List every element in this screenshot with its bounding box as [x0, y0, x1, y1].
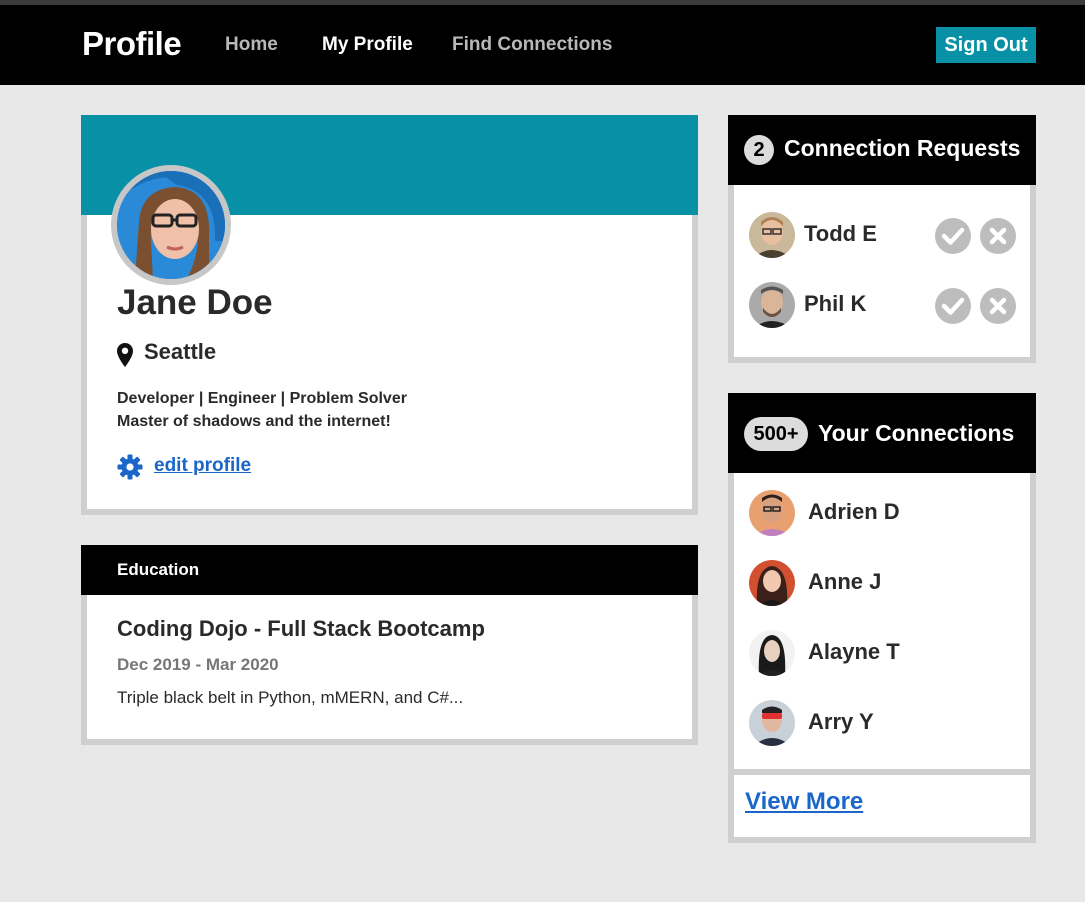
avatar	[749, 560, 795, 606]
checkmark-icon	[941, 297, 965, 315]
connections-header: 500+ Your Connections	[728, 393, 1036, 473]
person-photo-icon	[749, 700, 795, 746]
connection-name-alayne[interactable]: Alayne T	[808, 639, 900, 665]
accept-request-button[interactable]	[935, 288, 971, 324]
avatar	[749, 630, 795, 676]
connections-count-badge: 500+	[744, 417, 808, 451]
nav-my-profile[interactable]: My Profile	[322, 34, 413, 56]
profile-bio-line-2: Master of shadows and the internet!	[117, 413, 391, 430]
avatar	[749, 700, 795, 746]
request-name-todd[interactable]: Todd E	[804, 221, 877, 247]
nav-find-connections[interactable]: Find Connections	[452, 34, 612, 56]
connection-name-anne[interactable]: Anne J	[808, 569, 881, 595]
sign-out-button[interactable]: Sign Out	[936, 27, 1036, 63]
close-icon	[989, 227, 1007, 245]
person-photo-icon	[749, 490, 795, 536]
profile-location: Seattle	[144, 339, 217, 364]
decline-request-button[interactable]	[980, 218, 1016, 254]
education-dates: Dec 2019 - Mar 2020	[117, 655, 279, 674]
avatar	[749, 212, 795, 258]
connection-name-arry[interactable]: Arry Y	[808, 709, 874, 735]
view-more-link[interactable]: View More	[745, 788, 863, 816]
education-description: Triple black belt in Python, mMERN, and …	[117, 688, 464, 707]
edit-profile-link[interactable]: edit profile	[154, 455, 251, 477]
avatar	[749, 282, 795, 328]
navbar: Profile Home My Profile Find Connections…	[0, 5, 1085, 85]
connections-card: Adrien D Anne J Alayne T Arry Y	[728, 473, 1036, 775]
request-name-phil[interactable]: Phil K	[804, 291, 866, 317]
close-icon	[989, 297, 1007, 315]
person-photo-icon	[749, 630, 795, 676]
checkmark-icon	[941, 227, 965, 245]
profile-bio-line-1: Developer | Engineer | Problem Solver	[117, 390, 407, 407]
profile-card: Jane Doe Seattle Developer | Engineer | …	[81, 115, 698, 515]
requests-title: Connection Requests	[784, 135, 1021, 161]
requests-card: Todd E Phil K	[728, 185, 1036, 363]
person-photo-icon	[749, 282, 795, 328]
avatar-image-icon	[117, 171, 225, 279]
location-pin-icon	[117, 343, 133, 372]
gear-icon[interactable]	[117, 454, 143, 485]
brand-title: Profile	[82, 25, 182, 62]
education-title: Education	[117, 560, 200, 579]
accept-request-button[interactable]	[935, 218, 971, 254]
education-header: Education	[81, 545, 698, 595]
requests-count-badge: 2	[744, 135, 774, 165]
profile-avatar	[111, 165, 231, 285]
profile-name: Jane Doe	[117, 283, 273, 322]
connection-name-adrien[interactable]: Adrien D	[808, 499, 900, 525]
connections-title: Your Connections	[818, 420, 1015, 446]
person-photo-icon	[749, 212, 795, 258]
person-photo-icon	[749, 560, 795, 606]
education-card: Coding Dojo - Full Stack Bootcamp Dec 20…	[81, 595, 698, 745]
requests-header: 2 Connection Requests	[728, 115, 1036, 185]
education-school: Coding Dojo - Full Stack Bootcamp	[117, 616, 485, 641]
avatar	[749, 490, 795, 536]
nav-home[interactable]: Home	[225, 34, 278, 56]
decline-request-button[interactable]	[980, 288, 1016, 324]
view-more-card: View More	[728, 769, 1036, 843]
